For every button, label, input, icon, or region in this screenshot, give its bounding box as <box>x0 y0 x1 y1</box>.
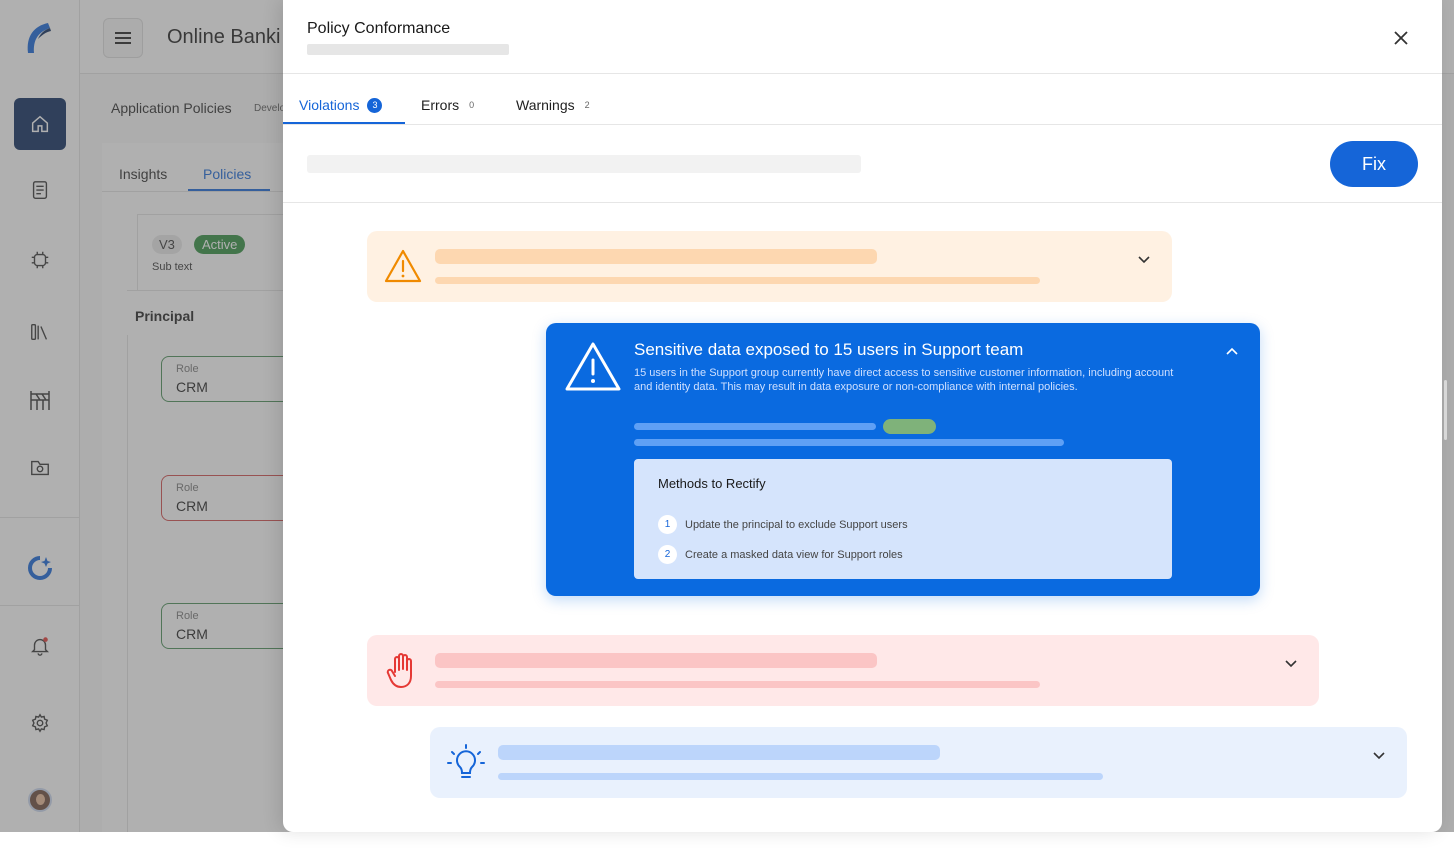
summary-placeholder <box>307 155 861 173</box>
text-placeholder <box>435 277 1040 284</box>
issue-title: Sensitive data exposed to 15 users in Su… <box>634 340 1024 359</box>
issue-description: 15 users in the Support group currently … <box>634 367 1174 393</box>
tab-label: Warnings <box>516 97 575 113</box>
issue-card-blocked[interactable] <box>367 635 1319 706</box>
tab-violations[interactable]: Violations 3 <box>299 97 383 113</box>
text-placeholder <box>435 681 1040 688</box>
lightbulb-icon <box>447 744 485 778</box>
detail-placeholder <box>634 439 1064 446</box>
scrollbar[interactable] <box>1444 380 1447 440</box>
tab-warnings[interactable]: Warnings 2 <box>516 97 590 113</box>
hand-stop-icon <box>386 653 412 688</box>
title-placeholder <box>435 653 877 668</box>
tab-label: Violations <box>299 97 360 113</box>
policy-conformance-dialog: Policy Conformance Violations 3 Errors 0… <box>283 0 1442 832</box>
count-badge: 2 <box>584 100 590 110</box>
close-icon <box>1394 31 1408 45</box>
issue-card-warning[interactable] <box>367 231 1172 302</box>
text-placeholder <box>498 773 1103 780</box>
close-button[interactable] <box>1389 26 1413 50</box>
detail-placeholder <box>634 423 876 430</box>
method-text: Update the principal to exclude Support … <box>685 518 908 531</box>
chevron-down-icon[interactable] <box>1283 655 1299 671</box>
count-badge: 3 <box>367 97 383 113</box>
tab-errors[interactable]: Errors 0 <box>421 97 474 113</box>
method-item[interactable]: 2 Create a masked data view for Support … <box>658 545 903 564</box>
methods-title: Methods to Rectify <box>658 476 766 491</box>
alert-triangle-icon <box>565 342 621 391</box>
chevron-down-icon[interactable] <box>1136 251 1152 267</box>
toolbar-divider <box>283 202 1442 203</box>
issue-card-expanded[interactable]: Sensitive data exposed to 15 users in Su… <box>546 323 1260 596</box>
issue-card-suggestion[interactable] <box>430 727 1407 798</box>
method-text: Create a masked data view for Support ro… <box>685 548 903 561</box>
title-placeholder <box>435 249 877 264</box>
method-item[interactable]: 1 Update the principal to exclude Suppor… <box>658 515 908 534</box>
rectify-methods-panel: Methods to Rectify 1 Update the principa… <box>634 459 1172 579</box>
title-placeholder <box>498 745 940 760</box>
chevron-down-icon[interactable] <box>1371 747 1387 763</box>
tab-label: Errors <box>421 97 460 113</box>
header-divider <box>283 73 1442 74</box>
dialog-subtitle-placeholder <box>307 44 509 55</box>
chevron-up-icon[interactable] <box>1224 343 1240 359</box>
tabs-divider <box>283 124 1442 125</box>
status-pill-placeholder <box>883 419 936 434</box>
step-number: 1 <box>658 515 677 534</box>
count-badge: 0 <box>469 100 475 110</box>
warning-triangle-icon <box>384 249 422 283</box>
fix-button[interactable]: Fix <box>1330 141 1418 187</box>
step-number: 2 <box>658 545 677 564</box>
dialog-title: Policy Conformance <box>307 20 451 37</box>
